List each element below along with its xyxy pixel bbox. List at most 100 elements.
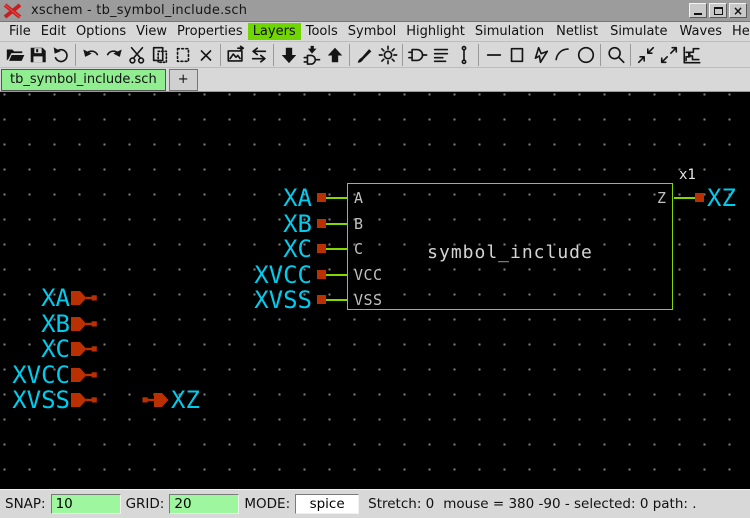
wire[interactable]	[326, 197, 347, 199]
menu-options[interactable]: Options	[71, 23, 131, 40]
break-symbol-button[interactable]	[225, 43, 246, 67]
tab-bar: tb_symbol_include.sch +	[0, 68, 750, 92]
insert-line-button[interactable]	[483, 43, 504, 67]
toolbar-separator	[402, 44, 403, 66]
menu-tools[interactable]: Tools	[301, 23, 343, 40]
save-button[interactable]	[27, 43, 48, 67]
input-pin-icon[interactable]	[71, 341, 97, 357]
wire[interactable]	[326, 274, 347, 276]
net-label-xz[interactable]: XZ	[707, 186, 736, 210]
go-up-button[interactable]	[324, 43, 345, 67]
grid-label: GRID:	[126, 496, 165, 512]
menu-symbol[interactable]: Symbol	[343, 23, 401, 40]
menu-highlight[interactable]: Highlight	[401, 23, 470, 40]
toolbar-separator	[630, 44, 631, 66]
menu-waves[interactable]: Waves	[675, 23, 727, 40]
waves-button[interactable]	[681, 43, 702, 67]
insert-arc-button[interactable]	[552, 43, 573, 67]
pin-square[interactable]	[317, 270, 326, 279]
output-pin-icon[interactable]	[142, 392, 169, 408]
cut-button[interactable]	[126, 43, 147, 67]
toolbar-separator	[273, 44, 274, 66]
title-bar[interactable]: xschem - tb_symbol_include.sch ×	[0, 0, 750, 22]
input-pin-icon[interactable]	[71, 392, 97, 408]
descend-symbol-button[interactable]	[278, 43, 299, 67]
snap-input[interactable]	[51, 494, 121, 514]
redo-button[interactable]	[103, 43, 124, 67]
menu-edit[interactable]: Edit	[36, 23, 71, 40]
insert-circle-button[interactable]	[575, 43, 596, 67]
menu-view[interactable]: View	[131, 23, 172, 40]
tab-active[interactable]: tb_symbol_include.sch	[1, 69, 166, 91]
undo-button[interactable]	[80, 43, 101, 67]
menu-file[interactable]: File	[4, 23, 36, 40]
io-pin-label-xa[interactable]: XA	[0, 286, 70, 310]
symbol-pin-z: Z	[657, 190, 667, 206]
wire[interactable]	[326, 248, 347, 250]
pin-square[interactable]	[317, 219, 326, 228]
pin-square[interactable]	[317, 244, 326, 253]
net-label-xb[interactable]: XB	[192, 212, 312, 236]
paste-button[interactable]	[172, 43, 193, 67]
copy-button[interactable]	[149, 43, 170, 67]
insert-polygon-button[interactable]	[529, 43, 550, 67]
insert-wire-button[interactable]	[453, 43, 474, 67]
place-symbol-button[interactable]	[301, 43, 322, 67]
wire[interactable]	[326, 299, 347, 301]
pin-square[interactable]	[695, 193, 704, 202]
toolbar-separator	[75, 44, 76, 66]
mode-label: MODE:	[244, 496, 290, 512]
symbol-pin-b: B	[354, 216, 364, 232]
symbol-pin-vcc: VCC	[354, 267, 383, 283]
toolbar-separator	[478, 44, 479, 66]
pin-square[interactable]	[317, 295, 326, 304]
menu-bar: File Edit Options View Properties Layers…	[0, 22, 750, 42]
io-pin-label-xvss[interactable]: XVSS	[0, 388, 70, 412]
insert-rect-button[interactable]	[506, 43, 527, 67]
instance-name-label: x1	[679, 167, 696, 183]
io-pin-label-xc[interactable]: XC	[0, 337, 70, 361]
menu-netlist[interactable]: Netlist	[551, 23, 603, 40]
delete-button[interactable]	[195, 43, 216, 67]
net-label-xc[interactable]: XC	[192, 237, 312, 261]
zoom-in-button[interactable]	[635, 43, 656, 67]
zoom-box-button[interactable]	[605, 43, 626, 67]
toolbar-separator	[600, 44, 601, 66]
wire[interactable]	[326, 223, 347, 225]
input-pin-icon[interactable]	[71, 316, 97, 332]
minimize-icon	[694, 13, 702, 15]
menu-layers[interactable]: Layers	[248, 23, 301, 40]
io-pin-label-xz[interactable]: XZ	[171, 388, 200, 412]
open-file-button[interactable]	[4, 43, 25, 67]
maximize-icon	[714, 7, 723, 15]
new-tab-button[interactable]: +	[169, 69, 198, 91]
input-pin-icon[interactable]	[71, 290, 97, 306]
make-symbol-button[interactable]	[407, 43, 428, 67]
net-label-xvss[interactable]: XVSS	[192, 288, 312, 312]
pin-square[interactable]	[317, 193, 326, 202]
input-pin-icon[interactable]	[71, 367, 97, 383]
wire[interactable]	[674, 197, 696, 199]
toggle-light-button[interactable]	[377, 43, 398, 67]
minimize-button[interactable]	[689, 3, 707, 18]
zoom-out-button[interactable]	[658, 43, 679, 67]
swap-wires-button[interactable]	[248, 43, 269, 67]
maximize-button[interactable]	[709, 3, 727, 18]
place-text-button[interactable]	[430, 43, 451, 67]
menu-simulate[interactable]: Simulate	[605, 23, 672, 40]
net-label-xvcc[interactable]: XVCC	[192, 263, 312, 287]
grid-input[interactable]	[169, 494, 239, 514]
status-bar: SNAP: GRID: MODE: Stretch: 0 mouse = 380…	[0, 489, 750, 518]
close-button[interactable]: ×	[729, 3, 747, 18]
io-pin-label-xb[interactable]: XB	[0, 312, 70, 336]
net-label-xa[interactable]: XA	[192, 186, 312, 210]
schematic-canvas[interactable]: symbol_include x1 A B C VCC VSS Z XA XB …	[0, 92, 750, 489]
xschem-window: xschem - tb_symbol_include.sch × File Ed…	[0, 0, 750, 518]
menu-help[interactable]: Help	[727, 23, 750, 40]
reload-button[interactable]	[50, 43, 71, 67]
mode-input[interactable]	[295, 494, 359, 514]
io-pin-label-xvcc[interactable]: XVCC	[0, 363, 70, 387]
draw-pencil-button[interactable]	[354, 43, 375, 67]
menu-properties[interactable]: Properties	[172, 23, 248, 40]
menu-simulation[interactable]: Simulation	[470, 23, 549, 40]
